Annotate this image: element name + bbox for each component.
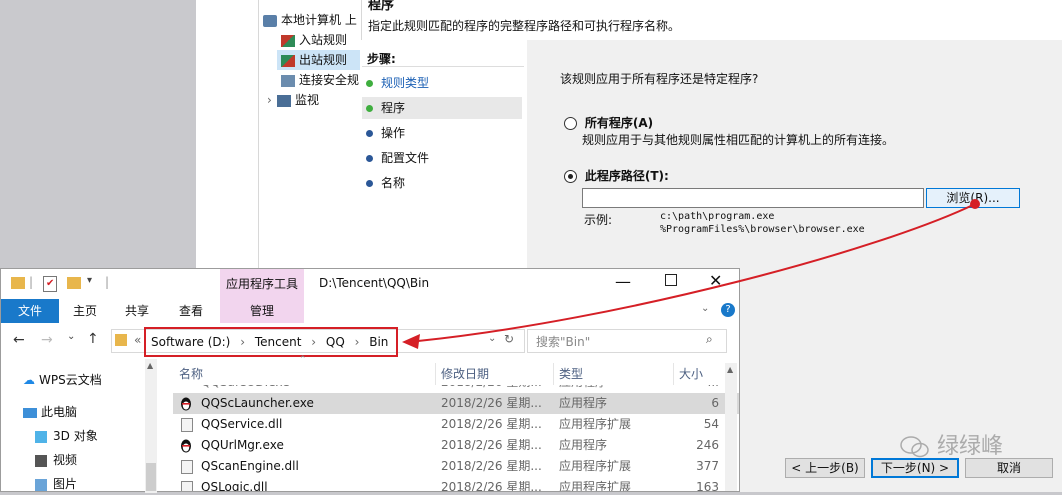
annotation-arrow xyxy=(402,199,980,349)
